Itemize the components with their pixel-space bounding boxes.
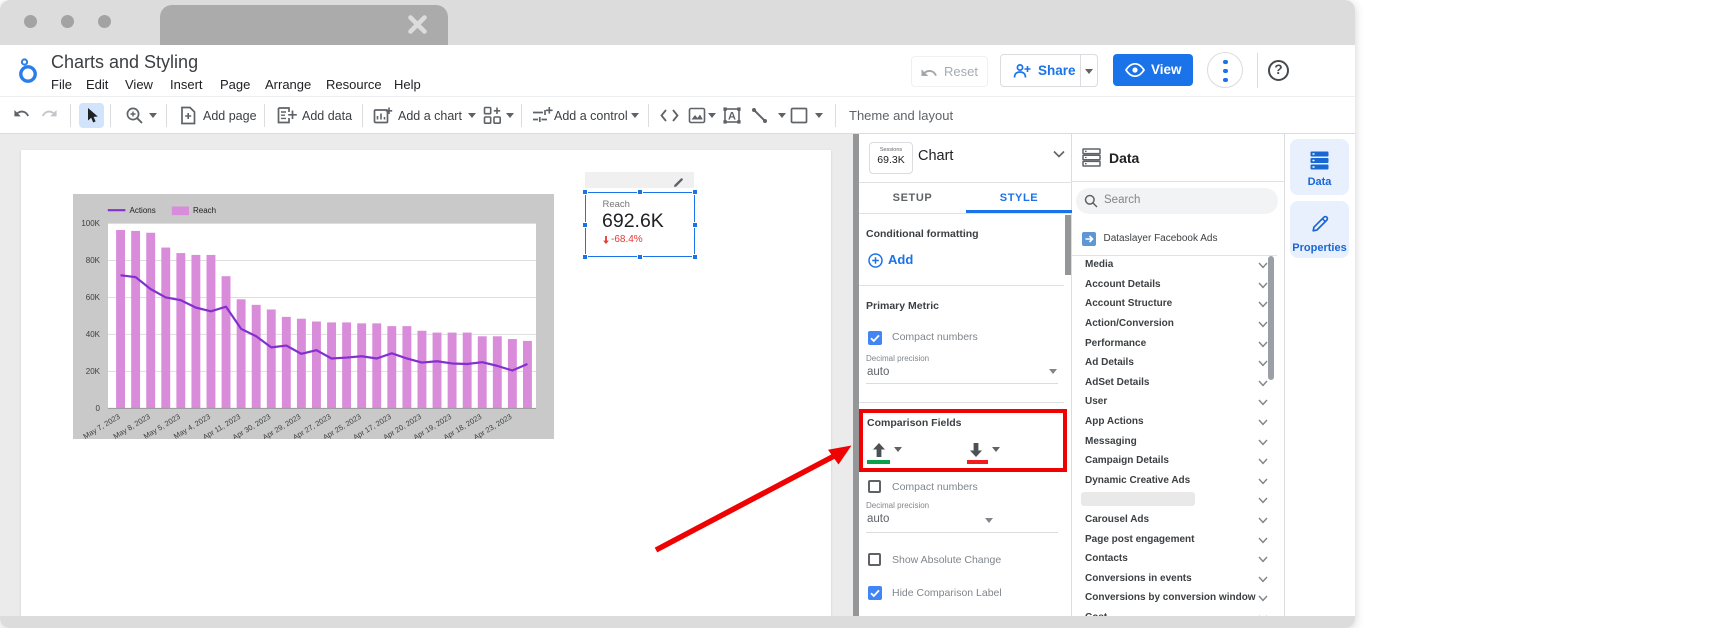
svg-text:A: A [728, 110, 736, 122]
